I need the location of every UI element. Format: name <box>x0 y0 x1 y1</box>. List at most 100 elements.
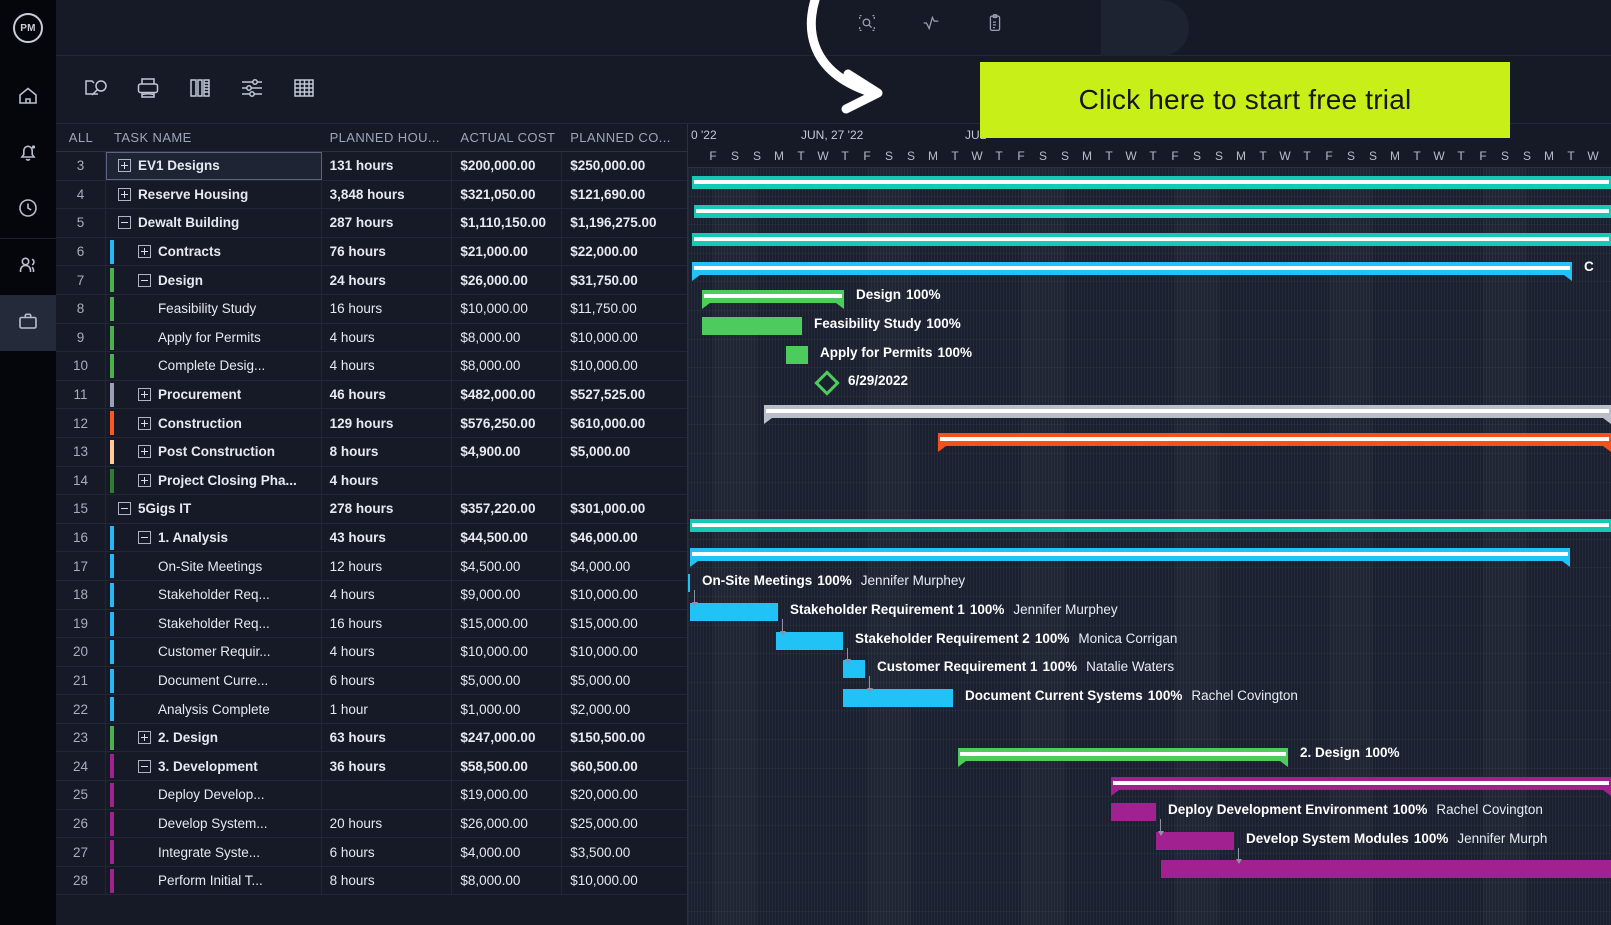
gantt-summary-bar[interactable] <box>690 548 1570 561</box>
column-header-planned-hours[interactable]: PLANNED HOU... <box>322 130 453 145</box>
row-toggle-icon[interactable] <box>138 474 151 487</box>
column-header-task-name[interactable]: TASK NAME <box>106 130 322 145</box>
app-logo[interactable]: PM <box>0 0 56 56</box>
filter-folder-button[interactable] <box>76 72 116 108</box>
table-row[interactable]: 243. Development36 hours$58,500.00$60,50… <box>56 752 687 781</box>
gantt-summary-bar[interactable] <box>702 290 844 303</box>
row-task-name-cell[interactable]: Feasibility Study <box>106 295 322 323</box>
gantt-task-bar[interactable] <box>776 632 843 650</box>
gantt-summary-bar[interactable] <box>694 205 1611 218</box>
row-toggle-icon[interactable] <box>138 417 151 430</box>
baseline-clipboard-icon[interactable] <box>984 12 1006 39</box>
table-row[interactable]: 3EV1 Designs131 hours$200,000.00$250,000… <box>56 152 687 181</box>
gantt-task-bar[interactable] <box>688 574 690 592</box>
table-row[interactable]: 18Stakeholder Req...4 hours$9,000.00$10,… <box>56 581 687 610</box>
columns-button[interactable] <box>180 72 220 108</box>
table-row[interactable]: 161. Analysis43 hours$44,500.00$46,000.0… <box>56 524 687 553</box>
table-row[interactable]: 17On-Site Meetings12 hours$4,500.00$4,00… <box>56 552 687 581</box>
table-row[interactable]: 11Procurement46 hours$482,000.00$527,525… <box>56 381 687 410</box>
row-toggle-icon[interactable] <box>138 274 151 287</box>
row-task-name-cell[interactable]: Stakeholder Req... <box>106 581 322 609</box>
table-row[interactable]: 12Construction129 hours$576,250.00$610,0… <box>56 409 687 438</box>
critical-path-icon[interactable] <box>920 12 942 39</box>
row-toggle-icon[interactable] <box>138 760 151 773</box>
gantt-task-bar[interactable] <box>690 603 778 621</box>
table-row[interactable]: 13Post Construction8 hours$4,900.00$5,00… <box>56 438 687 467</box>
column-header-actual-cost[interactable]: ACTUAL COST <box>452 130 562 145</box>
sidebar-item-home[interactable] <box>0 70 56 126</box>
row-toggle-icon[interactable] <box>138 388 151 401</box>
table-row[interactable]: 22Analysis Complete1 hour$1,000.00$2,000… <box>56 695 687 724</box>
row-task-name-cell[interactable]: 2. Design <box>106 724 322 752</box>
gantt-task-bar[interactable] <box>1111 803 1156 821</box>
row-toggle-icon[interactable] <box>138 245 151 258</box>
gantt-body[interactable]: CDesign100%Feasibility Study100%Apply fo… <box>688 168 1611 925</box>
sidebar-item-team[interactable] <box>0 239 56 295</box>
row-task-name-cell[interactable]: Document Curre... <box>106 667 322 695</box>
row-task-name-cell[interactable]: Deploy Develop... <box>106 781 322 809</box>
row-toggle-icon[interactable] <box>118 188 131 201</box>
table-row[interactable]: 14Project Closing Pha...4 hours <box>56 467 687 496</box>
table-row[interactable]: 5Dewalt Building287 hours$1,110,150.00$1… <box>56 209 687 238</box>
table-row[interactable]: 6Contracts76 hours$21,000.00$22,000.00 <box>56 238 687 267</box>
table-row[interactable]: 19Stakeholder Req...16 hours$15,000.00$1… <box>56 610 687 639</box>
table-row[interactable]: 21Document Curre...6 hours$5,000.00$5,00… <box>56 667 687 696</box>
table-row[interactable]: 25Deploy Develop...$19,000.00$20,000.00 <box>56 781 687 810</box>
gantt-summary-bar[interactable] <box>938 433 1611 446</box>
row-toggle-icon[interactable] <box>118 159 131 172</box>
table-row[interactable]: 155Gigs IT278 hours$357,220.00$301,000.0… <box>56 495 687 524</box>
table-row[interactable]: 26Develop System...20 hours$26,000.00$25… <box>56 810 687 839</box>
table-row[interactable]: 7Design24 hours$26,000.00$31,750.00 <box>56 266 687 295</box>
gantt-summary-bar[interactable] <box>690 519 1611 532</box>
table-row[interactable]: 4Reserve Housing3,848 hours$321,050.00$1… <box>56 181 687 210</box>
sidebar-item-projects[interactable] <box>0 295 56 351</box>
row-task-name-cell[interactable]: Stakeholder Req... <box>106 610 322 638</box>
row-task-name-cell[interactable]: Procurement <box>106 381 322 409</box>
row-task-name-cell[interactable]: 1. Analysis <box>106 524 322 552</box>
row-task-name-cell[interactable]: Complete Desig... <box>106 352 322 380</box>
gantt-summary-bar[interactable] <box>958 748 1288 761</box>
gantt-summary-bar[interactable] <box>692 262 1572 275</box>
sidebar-item-timesheets[interactable] <box>0 182 56 238</box>
gantt-task-bar[interactable] <box>1161 860 1611 878</box>
row-task-name-cell[interactable]: Integrate Syste... <box>106 838 322 866</box>
row-task-name-cell[interactable]: Reserve Housing <box>106 181 322 209</box>
gantt-task-bar[interactable] <box>843 689 953 707</box>
column-header-planned-cost[interactable]: PLANNED CO... <box>562 130 687 145</box>
row-task-name-cell[interactable]: Design <box>106 266 322 294</box>
table-row[interactable]: 232. Design63 hours$247,000.00$150,500.0… <box>56 724 687 753</box>
settings-button[interactable] <box>232 72 272 108</box>
gantt-task-bar[interactable] <box>786 346 808 364</box>
table-row[interactable]: 10Complete Desig...4 hours$8,000.00$10,0… <box>56 352 687 381</box>
start-free-trial-button[interactable]: Click here to start free trial <box>980 62 1510 138</box>
row-task-name-cell[interactable]: 5Gigs IT <box>106 495 322 523</box>
sidebar-item-notifications[interactable] <box>0 126 56 182</box>
table-row[interactable]: 8Feasibility Study16 hours$10,000.00$11,… <box>56 295 687 324</box>
row-task-name-cell[interactable]: Post Construction <box>106 438 322 466</box>
grid-button[interactable] <box>284 72 324 108</box>
gantt-summary-bar[interactable] <box>764 405 1611 418</box>
row-toggle-icon[interactable] <box>118 502 131 515</box>
zoom-to-fit-icon[interactable] <box>856 12 878 39</box>
row-task-name-cell[interactable]: Construction <box>106 409 322 437</box>
row-task-name-cell[interactable]: Dewalt Building <box>106 209 322 237</box>
row-task-name-cell[interactable]: Perform Initial T... <box>106 867 322 895</box>
print-button[interactable] <box>128 72 168 108</box>
gantt-task-bar[interactable] <box>702 317 802 335</box>
row-task-name-cell[interactable]: EV1 Designs <box>106 152 322 180</box>
row-task-name-cell[interactable]: Project Closing Pha... <box>106 467 322 495</box>
gantt-summary-bar[interactable] <box>692 176 1611 189</box>
row-toggle-icon[interactable] <box>138 531 151 544</box>
row-task-name-cell[interactable]: On-Site Meetings <box>106 552 322 580</box>
gantt-summary-bar[interactable] <box>692 233 1611 246</box>
row-task-name-cell[interactable]: Develop System... <box>106 810 322 838</box>
table-row[interactable]: 27Integrate Syste...6 hours$4,000.00$3,5… <box>56 838 687 867</box>
column-header-all[interactable]: ALL <box>56 130 106 145</box>
row-task-name-cell[interactable]: Apply for Permits <box>106 324 322 352</box>
row-task-name-cell[interactable]: Contracts <box>106 238 322 266</box>
row-task-name-cell[interactable]: 3. Development <box>106 752 322 780</box>
table-row[interactable]: 9Apply for Permits4 hours$8,000.00$10,00… <box>56 324 687 353</box>
gantt-task-bar[interactable] <box>1156 832 1234 850</box>
row-toggle-icon[interactable] <box>118 216 131 229</box>
gantt-summary-bar[interactable] <box>1111 777 1611 790</box>
